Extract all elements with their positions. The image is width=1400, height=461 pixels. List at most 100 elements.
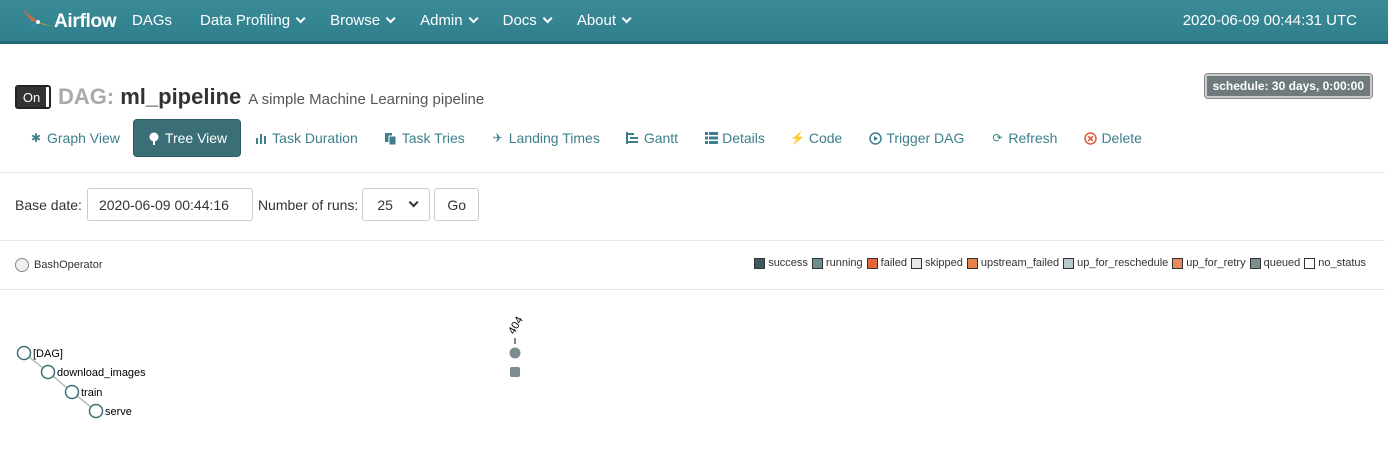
tab-tree-view[interactable]: Tree View	[132, 119, 242, 157]
legend-label: no_status	[1318, 257, 1366, 269]
tab-landing-times[interactable]: ✈ Landing Times	[478, 119, 613, 157]
tree-icon	[147, 131, 161, 145]
state-swatch	[966, 257, 978, 269]
tab-label: Gantt	[643, 130, 679, 146]
nav-data-profiling-label: Data Profiling	[200, 11, 291, 29]
tab-label: Refresh	[1008, 130, 1058, 146]
brand-name: Airflow	[54, 11, 117, 32]
nav-dags[interactable]: DAGs	[118, 0, 186, 40]
nav-data-profiling[interactable]: Data Profiling	[186, 0, 316, 40]
node-circle-icon	[40, 364, 56, 380]
nav-browse-label: Browse	[330, 11, 381, 29]
tree-view-form: Base date: Number of runs: 25 Go	[15, 188, 479, 221]
legend-failed[interactable]: failed	[866, 257, 907, 269]
num-runs-select[interactable]: 25	[362, 188, 431, 221]
state-swatch	[1304, 257, 1316, 269]
bar-chart-icon	[254, 131, 268, 145]
tab-delete[interactable]: Delete	[1070, 119, 1154, 157]
node-label: [DAG]	[33, 348, 63, 360]
dag-header: On DAG: ml_pipeline A simple Machine Lea…	[15, 84, 484, 110]
divider	[0, 240, 1385, 241]
legend-skipped[interactable]: skipped	[910, 257, 963, 269]
flash-icon: ⚡	[790, 131, 806, 145]
base-date-label: Base date:	[15, 196, 82, 213]
task-instance-square[interactable]	[510, 367, 520, 377]
tab-task-tries[interactable]: Task Tries	[371, 119, 478, 157]
divider	[0, 289, 1385, 290]
tab-code[interactable]: ⚡ Code	[778, 119, 855, 157]
node-circle-icon	[16, 345, 32, 361]
main-nav: DAGs Data Profiling Browse Admin Docs Ab…	[118, 0, 642, 40]
toggle-knob	[46, 87, 49, 107]
legend-label: failed	[880, 257, 907, 269]
list-icon	[704, 131, 718, 145]
tab-trigger-dag[interactable]: Trigger DAG	[855, 119, 977, 157]
gantt-icon	[626, 131, 640, 145]
node-label: serve	[105, 406, 132, 418]
tab-gantt[interactable]: Gantt	[613, 119, 691, 157]
legend-label: success	[768, 257, 808, 269]
nav-docs[interactable]: Docs	[489, 0, 563, 40]
dag-description: A simple Machine Learning pipeline	[248, 91, 485, 108]
refresh-icon: ⟳	[992, 131, 1003, 145]
plane-icon: ✈	[492, 131, 503, 145]
base-date-input[interactable]	[86, 188, 253, 221]
tree-view-canvas: [DAG] download_images train serve 404	[0, 300, 600, 440]
dag-pause-toggle[interactable]: On	[15, 85, 51, 109]
navbar: Airflow DAGs Data Profiling Browse Admin…	[0, 0, 1388, 44]
state-legend: success running failed skipped upstream_…	[750, 257, 1366, 269]
nav-admin[interactable]: Admin	[406, 0, 489, 40]
tree-node-train[interactable]: train	[64, 384, 103, 400]
node-circle-icon	[64, 384, 80, 400]
legend-label: up_for_reschedule	[1077, 257, 1169, 269]
chevron-down-icon	[385, 12, 396, 23]
tab-refresh[interactable]: ⟳ Refresh	[977, 119, 1070, 157]
tab-label: Trigger DAG	[886, 130, 965, 146]
tree-node-download-images[interactable]: download_images	[40, 364, 147, 380]
brand[interactable]: Airflow	[18, 2, 117, 42]
state-swatch	[754, 257, 766, 269]
nav-admin-label: Admin	[420, 11, 463, 29]
legend-label: queued	[1263, 257, 1301, 269]
state-swatch	[910, 257, 922, 269]
view-tabs: ✱ Graph View Tree View Task Duration Tas…	[16, 119, 1155, 157]
nav-about-label: About	[576, 11, 617, 29]
tab-details[interactable]: Details	[691, 119, 778, 157]
tab-label: Code	[808, 130, 843, 146]
tree-node-serve[interactable]: serve	[88, 403, 132, 419]
legend-success[interactable]: success	[754, 257, 808, 269]
legend-label: upstream_failed	[980, 257, 1060, 269]
dag-title: ml_pipeline	[120, 84, 242, 109]
state-swatch	[1063, 257, 1075, 269]
nav-about[interactable]: About	[563, 0, 642, 40]
divider	[0, 172, 1385, 173]
server-clock: 2020-06-09 00:44:31 UTC	[1182, 11, 1357, 29]
num-runs-label: Number of runs:	[257, 196, 359, 213]
legend-no-status[interactable]: no_status	[1304, 257, 1366, 269]
node-circle-icon	[88, 403, 104, 419]
asterisk-icon: ✱	[30, 131, 42, 145]
dag-prefix: DAG:	[58, 84, 115, 109]
legend-queued[interactable]: queued	[1249, 257, 1301, 269]
tab-graph-view[interactable]: ✱ Graph View	[16, 119, 133, 157]
operator-label: BashOperator	[34, 259, 103, 271]
tab-task-duration[interactable]: Task Duration	[241, 119, 371, 157]
legend-label: skipped	[924, 257, 963, 269]
airflow-logo-icon	[22, 7, 54, 33]
chevron-down-icon	[621, 12, 632, 23]
tree-node-dag[interactable]: [DAG]	[16, 345, 63, 361]
legend-upstream-failed[interactable]: upstream_failed	[966, 257, 1060, 269]
tab-label: Task Duration	[272, 130, 358, 146]
legend-running[interactable]: running	[811, 257, 863, 269]
nav-browse[interactable]: Browse	[316, 0, 406, 40]
go-button[interactable]: Go	[434, 188, 479, 221]
legend-up-for-retry[interactable]: up_for_retry	[1172, 257, 1246, 269]
play-circle-icon	[868, 131, 882, 145]
dag-run-circle[interactable]	[509, 347, 521, 359]
legend-up-for-reschedule[interactable]: up_for_reschedule	[1063, 257, 1168, 269]
operator-circle-icon	[15, 258, 29, 272]
legend-label: up_for_retry	[1186, 257, 1246, 269]
tab-label: Task Tries	[401, 130, 465, 146]
state-swatch	[866, 257, 878, 269]
tab-label: Details	[722, 130, 765, 146]
